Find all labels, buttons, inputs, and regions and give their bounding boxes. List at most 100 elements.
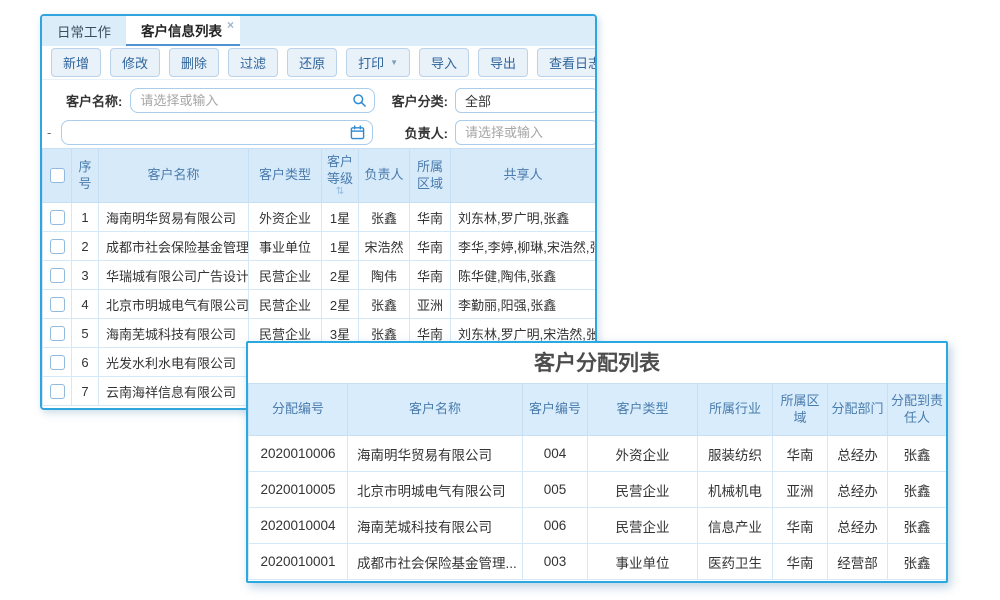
customer-name-link[interactable]: 成都市社会保险基金管理... [99, 232, 249, 261]
owner-link[interactable]: 张鑫 [359, 203, 410, 232]
import-button[interactable]: 导入 [419, 48, 469, 77]
customer-no-cell: 005 [523, 472, 588, 508]
industry-cell: 机械机电 [698, 472, 773, 508]
shared-cell: 李华,李婷,柳琳,宋浩然,张鑫 [451, 232, 596, 261]
row-checkbox[interactable] [50, 355, 65, 370]
checkbox-cell [43, 203, 72, 232]
select-all-checkbox[interactable] [50, 168, 65, 183]
filter-area: 客户名称: 客户分类: - [42, 80, 595, 148]
owner-link[interactable]: 陶伟 [359, 261, 410, 290]
search-icon[interactable] [352, 93, 367, 108]
col-customer-name: 客户名称 [348, 384, 523, 436]
caret-down-icon: ▼ [390, 58, 398, 67]
page: 日常工作 客户信息列表 × 新增 修改 删除 过滤 还原 打印 ▼ 导入 导出 … [0, 0, 1000, 600]
row-checkbox[interactable] [50, 210, 65, 225]
row-checkbox[interactable] [50, 268, 65, 283]
delete-button[interactable]: 删除 [169, 48, 219, 77]
dept-cell: 总经办 [828, 508, 888, 544]
alloc-no-link[interactable]: 2020010004 [249, 508, 348, 544]
customer-name-link[interactable]: 海南明华贸易有限公司 [348, 436, 523, 472]
owner-link[interactable]: 张鑫 [359, 290, 410, 319]
row-checkbox[interactable] [50, 326, 65, 341]
sort-icon[interactable]: ⇅ [324, 187, 356, 197]
shared-cell: 陈华健,陶伟,张鑫 [451, 261, 596, 290]
view-log-button[interactable]: 查看日志 [537, 48, 597, 77]
allocation-panel-title: 客户分配列表 [248, 343, 946, 383]
customer-name-link[interactable]: 海南明华贸易有限公司 [99, 203, 249, 232]
assignee-link[interactable]: 张鑫 [888, 436, 947, 472]
alloc-no-link[interactable]: 2020010006 [249, 436, 348, 472]
col-assignee: 分配到责任人 [888, 384, 947, 436]
seq-cell: 5 [72, 319, 99, 348]
row-checkbox[interactable] [50, 239, 65, 254]
type-cell: 外资企业 [588, 436, 698, 472]
restore-button[interactable]: 还原 [287, 48, 337, 77]
type-cell: 民营企业 [588, 508, 698, 544]
tab-daily-work[interactable]: 日常工作 [42, 16, 126, 46]
seq-cell: 2 [72, 232, 99, 261]
customer-name-link[interactable]: 海南芜城科技有限公司 [99, 319, 249, 348]
date-input[interactable] [61, 120, 373, 145]
customer-allocation-panel: 客户分配列表 分配编号 客户名称 客户编号 客户类型 所属行业 所属区域 分配部… [246, 341, 948, 583]
col-seq: 序号 [72, 149, 99, 203]
customer-name-link[interactable]: 北京市明城电气有限公司 [348, 472, 523, 508]
checkbox-cell [43, 232, 72, 261]
owner-label: 负责人: [388, 123, 448, 142]
tab-bar: 日常工作 客户信息列表 × [42, 16, 595, 46]
table-row: 1 海南明华贸易有限公司 外资企业 1星 张鑫 华南 刘东林,罗广明,张鑫 [43, 203, 596, 232]
customer-name-link[interactable]: 云南海祥信息有限公司 [99, 377, 249, 406]
row-checkbox[interactable] [50, 297, 65, 312]
alloc-no-link[interactable]: 2020010001 [249, 544, 348, 580]
customer-name-label: 客户名称: [66, 91, 122, 110]
seq-cell: 6 [72, 348, 99, 377]
customer-category-field-wrap [455, 88, 597, 113]
add-button[interactable]: 新增 [51, 48, 101, 77]
customer-category-group: 客户分类: [388, 88, 597, 113]
customer-name-field-wrap [130, 88, 375, 113]
owner-group: 负责人: [388, 120, 597, 145]
print-button[interactable]: 打印 ▼ [346, 48, 410, 77]
shared-cell: 刘东林,罗广明,张鑫 [451, 203, 596, 232]
customer-name-link[interactable]: 华瑞城有限公司广告设计部 [99, 261, 249, 290]
seq-cell: 7 [72, 377, 99, 406]
type-cell: 民营企业 [249, 261, 322, 290]
level-cell: 2星 [322, 261, 359, 290]
customer-no-cell: 004 [523, 436, 588, 472]
checkbox-cell [43, 348, 72, 377]
row-checkbox[interactable] [50, 384, 65, 399]
owner-input[interactable] [455, 120, 597, 145]
alloc-no-link[interactable]: 2020010005 [249, 472, 348, 508]
table-row: 2020010001 成都市社会保险基金管理... 003 事业单位 医药卫生 … [249, 544, 947, 580]
customer-name-input[interactable] [130, 88, 375, 113]
assignee-link[interactable]: 张鑫 [888, 472, 947, 508]
checkbox-cell [43, 319, 72, 348]
date-field-wrap [61, 120, 373, 145]
close-icon[interactable]: × [227, 16, 234, 32]
customer-category-input[interactable] [455, 88, 597, 113]
filter-button[interactable]: 过滤 [228, 48, 278, 77]
customer-name-link[interactable]: 成都市社会保险基金管理... [348, 544, 523, 580]
table-row: 2 成都市社会保险基金管理... 事业单位 1星 宋浩然 华南 李华,李婷,柳琳… [43, 232, 596, 261]
dept-cell: 总经办 [828, 436, 888, 472]
level-cell: 2星 [322, 290, 359, 319]
export-button[interactable]: 导出 [478, 48, 528, 77]
calendar-icon[interactable] [350, 125, 365, 140]
type-cell: 事业单位 [588, 544, 698, 580]
col-customer-type: 客户类型 [249, 149, 322, 203]
customer-no-cell: 006 [523, 508, 588, 544]
tab-customer-info-list[interactable]: 客户信息列表 × [126, 16, 240, 46]
customer-name-link[interactable]: 光发水利水电有限公司 [99, 348, 249, 377]
industry-cell: 信息产业 [698, 508, 773, 544]
table-row: 2020010006 海南明华贸易有限公司 004 外资企业 服装纺织 华南 总… [249, 436, 947, 472]
customer-name-link[interactable]: 海南芜城科技有限公司 [348, 508, 523, 544]
customer-table-header-row: 序号 客户名称 客户类型 客户等级 ⇅ 负责人 所属区域 共享人 [43, 149, 596, 203]
customer-name-link[interactable]: 北京市明城电气有限公司 [99, 290, 249, 319]
assignee-link[interactable]: 张鑫 [888, 508, 947, 544]
seq-cell: 3 [72, 261, 99, 290]
owner-link[interactable]: 宋浩然 [359, 232, 410, 261]
edit-button[interactable]: 修改 [110, 48, 160, 77]
table-row: 4 北京市明城电气有限公司 民营企业 2星 张鑫 亚洲 李勤丽,阳强,张鑫 [43, 290, 596, 319]
level-cell: 1星 [322, 232, 359, 261]
col-customer-level[interactable]: 客户等级 ⇅ [322, 149, 359, 203]
assignee-link[interactable]: 张鑫 [888, 544, 947, 580]
